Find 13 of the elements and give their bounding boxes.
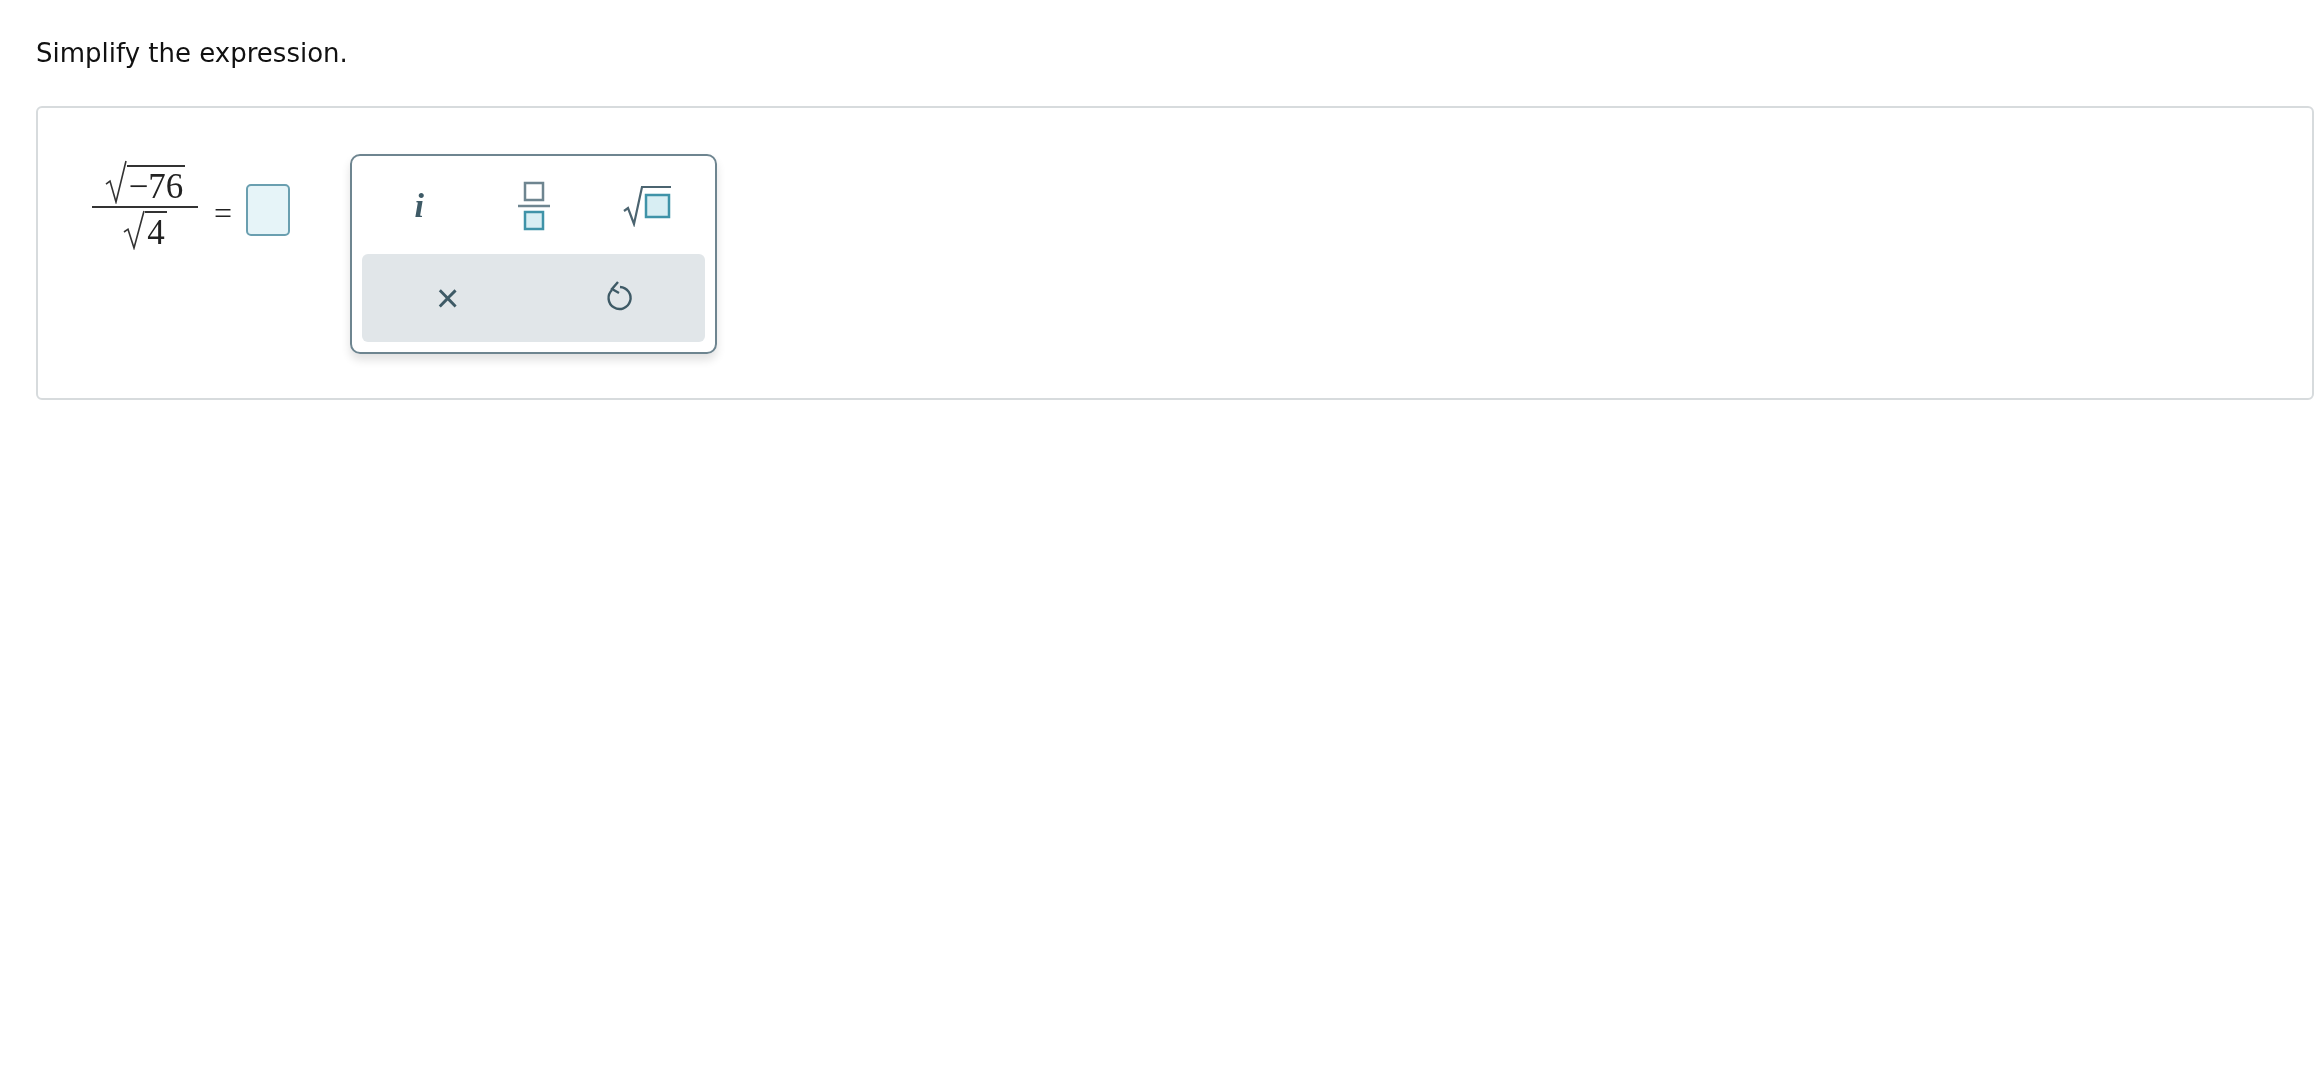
radical-icon bbox=[123, 210, 146, 250]
equals-sign: = bbox=[214, 194, 233, 232]
instruction-text: Simplify the expression. bbox=[36, 38, 349, 68]
fraction-button[interactable] bbox=[515, 180, 552, 232]
square-root-icon bbox=[622, 185, 673, 227]
radicand: 4 bbox=[145, 211, 167, 250]
square-root-button[interactable] bbox=[622, 185, 673, 227]
radical-icon bbox=[104, 160, 127, 204]
clear-button[interactable]: × bbox=[426, 271, 470, 325]
fraction-icon bbox=[515, 180, 552, 232]
imaginary-unit-button[interactable]: i bbox=[404, 183, 434, 229]
radicand: −76 bbox=[126, 165, 186, 204]
answer-field[interactable] bbox=[246, 184, 291, 236]
